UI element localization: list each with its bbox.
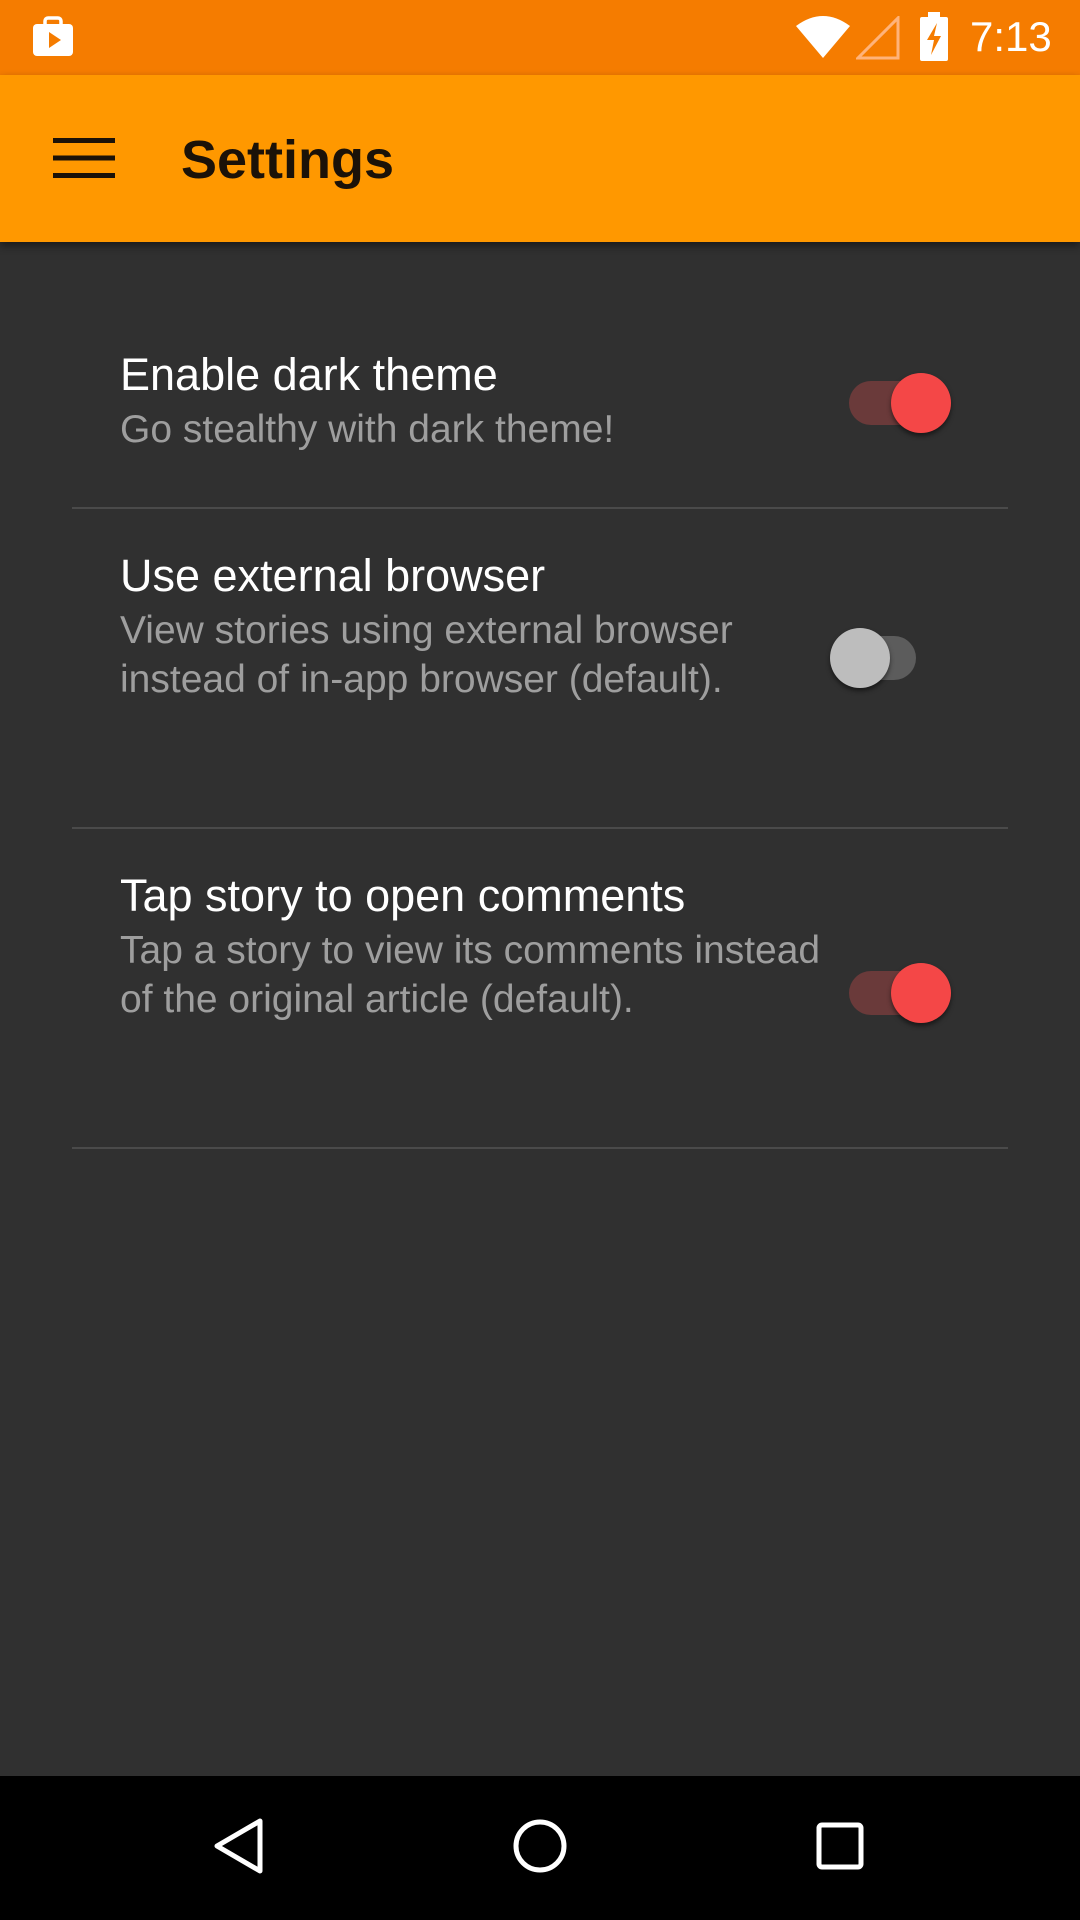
setting-text: Use external browser View stories using … — [120, 546, 840, 704]
setting-summary: View stories using external browser inst… — [120, 609, 733, 701]
recents-button[interactable] — [800, 1808, 880, 1888]
recents-icon — [805, 1811, 875, 1886]
hamburger-menu-icon — [53, 136, 115, 185]
wifi-icon — [795, 14, 851, 60]
setting-text: Tap story to open comments Tap a story t… — [120, 866, 840, 1024]
setting-text: Enable dark theme Go stealthy with dark … — [120, 345, 840, 454]
setting-item-external-browser[interactable]: Use external browser View stories using … — [72, 509, 1008, 829]
toggle-thumb — [891, 373, 951, 433]
status-clock: 7:13 — [970, 13, 1052, 60]
battery-charging-icon — [918, 12, 950, 62]
home-button[interactable] — [500, 1808, 580, 1888]
setting-title: Use external browser — [120, 550, 546, 601]
status-bar: 7:13 — [0, 0, 1080, 75]
cellular-signal-icon — [854, 14, 900, 60]
navigation-bar — [0, 1776, 1080, 1920]
page-title: Settings — [181, 130, 395, 190]
home-icon — [505, 1811, 575, 1886]
setting-title: Tap story to open comments — [120, 870, 686, 921]
back-button[interactable] — [200, 1808, 280, 1888]
setting-item-open-comments[interactable]: Tap story to open comments Tap a story t… — [72, 829, 1008, 1149]
setting-summary: Go stealthy with dark theme! — [120, 408, 615, 451]
app-bar: Settings — [0, 75, 1080, 242]
setting-summary: Tap a story to view its comments instead… — [120, 929, 821, 1021]
back-icon — [205, 1811, 275, 1886]
toggle-thumb — [830, 628, 890, 688]
toggle-thumb — [891, 963, 951, 1023]
menu-button[interactable] — [40, 120, 128, 200]
setting-title: Enable dark theme — [120, 349, 498, 400]
settings-list: Enable dark theme Go stealthy with dark … — [72, 242, 1008, 1149]
play-store-icon — [30, 14, 76, 60]
dark-theme-toggle[interactable] — [849, 367, 953, 433]
setting-item-dark-theme[interactable]: Enable dark theme Go stealthy with dark … — [72, 242, 1008, 509]
open-comments-toggle[interactable] — [849, 957, 953, 1023]
external-browser-toggle[interactable] — [830, 622, 936, 688]
